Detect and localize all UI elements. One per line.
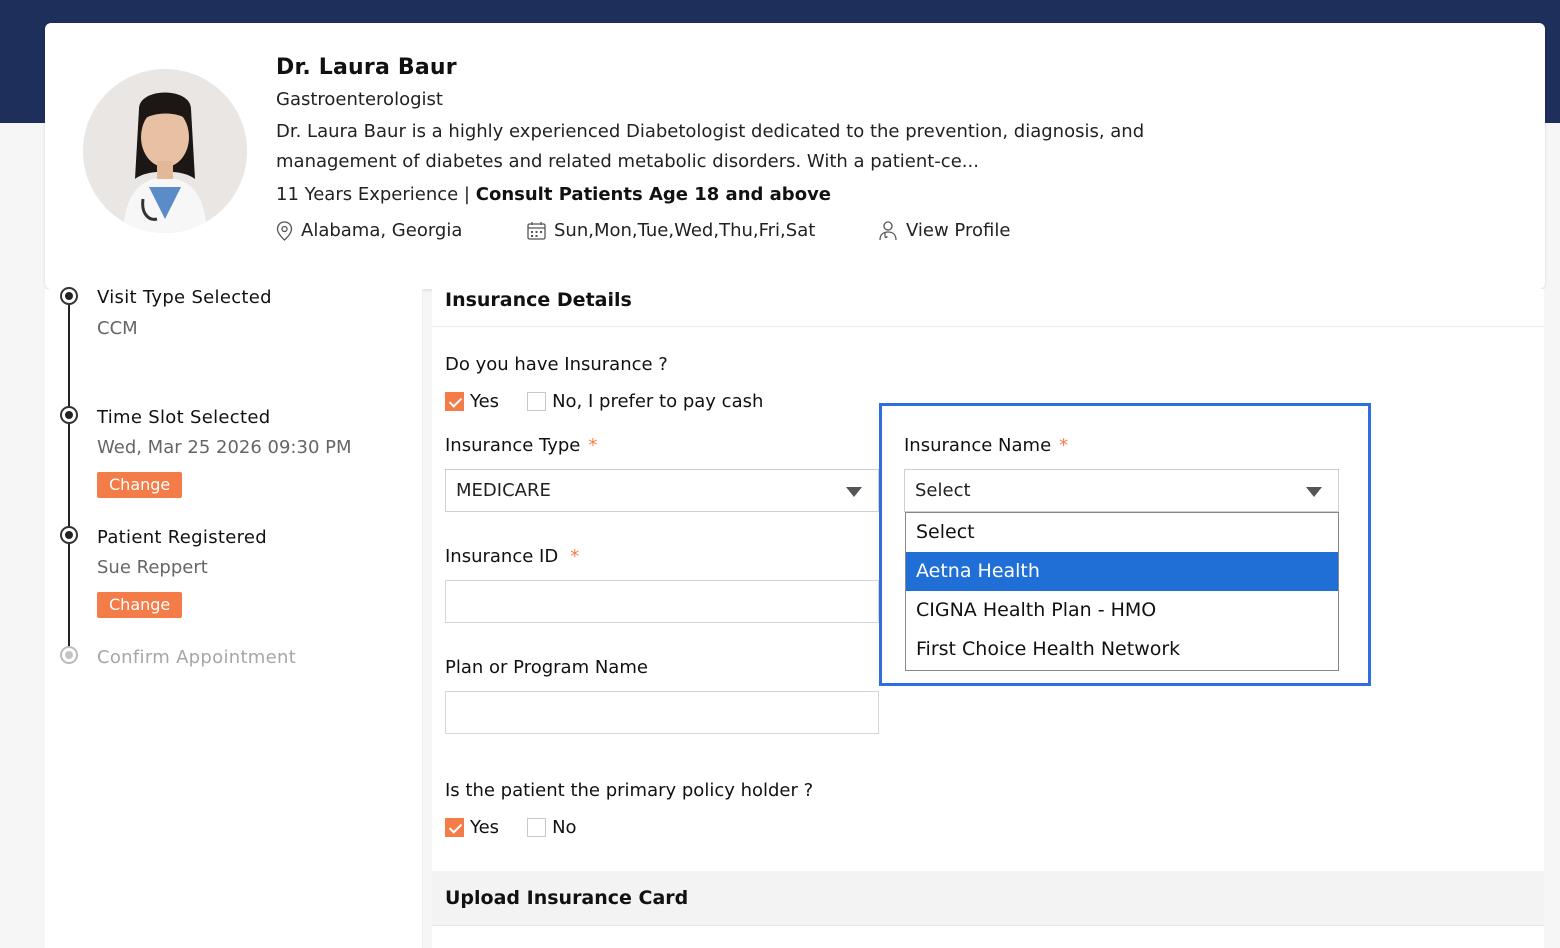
required-mark: *: [588, 435, 598, 456]
booking-progress: Visit Type Selected CCM Time Slot Select…: [45, 287, 423, 948]
insurance-type-value: MEDICARE: [456, 480, 551, 501]
step-title-visit-type: Visit Type Selected: [97, 287, 272, 308]
has-insurance-question: Do you have Insurance ?: [445, 354, 668, 375]
insurance-name-label: Insurance Name *: [904, 435, 1068, 456]
change-time-slot-button[interactable]: Change: [97, 472, 183, 498]
doctor-experience: 11 Years Experience | Consult Patients A…: [276, 184, 831, 205]
primary-holder-options: Yes No: [445, 817, 605, 838]
doctor-avatar: [83, 69, 247, 233]
timeline-line: [68, 297, 70, 657]
primary-holder-question: Is the patient the primary policy holder…: [445, 780, 814, 801]
view-profile-link[interactable]: View Profile: [878, 220, 1010, 241]
step-value-visit-type: CCM: [97, 318, 138, 339]
dropdown-option[interactable]: First Choice Health Network: [906, 630, 1338, 669]
insurance-type-label: Insurance Type *: [445, 435, 597, 456]
upload-card-heading: Upload Insurance Card: [432, 871, 1544, 926]
insurance-name-select[interactable]: Select: [904, 469, 1339, 512]
primary-no-checkbox[interactable]: [527, 818, 547, 837]
required-mark: *: [570, 546, 580, 567]
step-title-time-slot: Time Slot Selected: [97, 407, 271, 428]
step-value-time-slot: Wed, Mar 25 2026 09:30 PM: [97, 437, 352, 458]
step-indicator-patient: [60, 526, 78, 544]
step-indicator-visit-type: [60, 287, 78, 305]
dropdown-option[interactable]: Aetna Health: [906, 552, 1338, 591]
insurance-details-heading: Insurance Details: [432, 289, 1544, 327]
step-title-patient: Patient Registered: [97, 527, 268, 548]
dropdown-option[interactable]: CIGNA Health Plan - HMO: [906, 591, 1338, 630]
location-text: Alabama, Georgia: [301, 220, 463, 241]
insurance-no-label[interactable]: No, I prefer to pay cash: [552, 391, 763, 412]
consult-age-text: Consult Patients Age 18 and above: [475, 184, 832, 205]
insurance-name-dropdown: Select Aetna Health CIGNA Health Plan - …: [905, 512, 1339, 671]
doctor-location: Alabama, Georgia: [276, 220, 462, 241]
insurance-yes-checkbox[interactable]: [445, 392, 464, 411]
primary-yes-label[interactable]: Yes: [470, 817, 499, 838]
required-mark: *: [1059, 435, 1069, 456]
primary-no-label[interactable]: No: [552, 817, 576, 838]
has-insurance-options: Yes No, I prefer to pay cash: [445, 391, 791, 412]
experience-text: 11 Years Experience |: [276, 184, 471, 205]
insurance-yes-label[interactable]: Yes: [470, 391, 499, 412]
step-title-confirm: Confirm Appointment: [97, 647, 297, 668]
step-indicator-confirm: [60, 646, 78, 664]
insurance-id-label-text: Insurance ID: [445, 546, 559, 567]
insurance-id-label: Insurance ID *: [445, 546, 579, 567]
dropdown-option[interactable]: Select: [906, 513, 1338, 552]
step-indicator-time-slot: [60, 406, 78, 424]
doctor-description: Dr. Laura Baur is a highly experienced D…: [276, 121, 1145, 172]
plan-name-input[interactable]: [445, 691, 879, 734]
insurance-id-input[interactable]: [445, 580, 879, 623]
insurance-type-label-text: Insurance Type: [445, 435, 581, 456]
change-patient-button[interactable]: Change: [97, 592, 183, 618]
doctor-name: Dr. Laura Baur: [276, 55, 457, 80]
availability-days: Sun,Mon,Tue,Wed,Thu,Fri,Sat: [554, 220, 816, 241]
chevron-down-icon: [1306, 487, 1322, 497]
calendar-icon: [527, 222, 546, 240]
plan-name-label: Plan or Program Name: [445, 657, 648, 678]
primary-yes-checkbox[interactable]: [445, 818, 464, 837]
chevron-down-icon: [846, 487, 862, 497]
insurance-type-select[interactable]: MEDICARE: [445, 469, 879, 512]
doctor-specialty: Gastroenterologist: [276, 89, 443, 110]
doctor-card: Dr. Laura Baur Gastroenterologist Dr. La…: [45, 23, 1545, 289]
view-profile-label: View Profile: [906, 220, 1011, 241]
step-value-patient: Sue Reppert: [97, 557, 208, 578]
location-pin-icon: [276, 220, 293, 241]
doctor-icon: [879, 221, 897, 241]
doctor-availability: Sun,Mon,Tue,Wed,Thu,Fri,Sat: [527, 220, 815, 241]
insurance-name-label-text: Insurance Name: [904, 435, 1052, 456]
insurance-no-checkbox[interactable]: [527, 392, 547, 411]
insurance-name-value: Select: [915, 480, 971, 501]
